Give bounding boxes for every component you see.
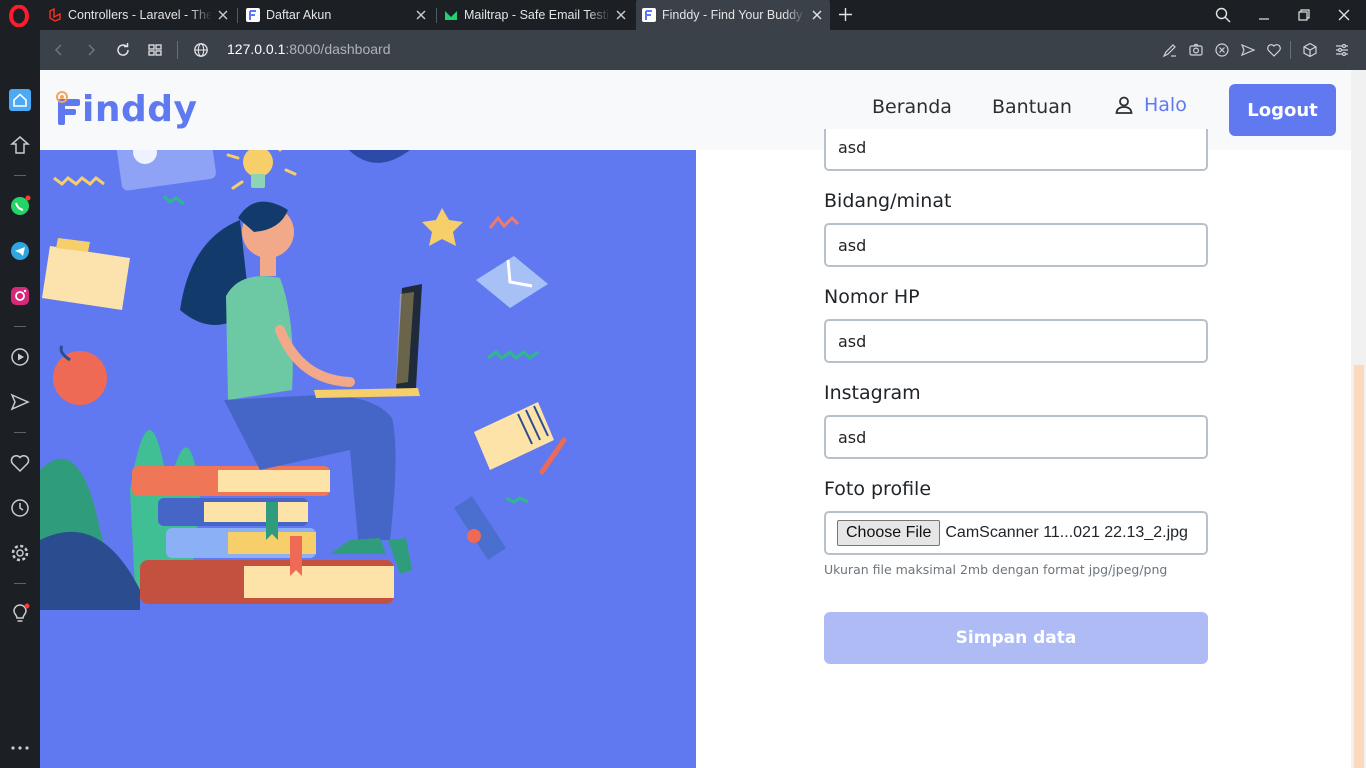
more-options-icon[interactable] — [9, 737, 31, 759]
history-clock-icon[interactable] — [9, 497, 31, 519]
field-label-instagram: Instagram — [824, 382, 921, 404]
web-page: inddy Beranda Bantuan Halo Logout asd Bi… — [40, 70, 1366, 768]
logout-button[interactable]: Logout — [1229, 84, 1336, 136]
nav-link-beranda[interactable]: Beranda — [872, 96, 952, 118]
url-path: :8000/dashboard — [285, 41, 391, 57]
sidebar-divider — [14, 432, 26, 433]
easy-setup-icon[interactable] — [1334, 42, 1350, 58]
instagram-input[interactable]: asd — [824, 415, 1208, 459]
nav-link-bantuan[interactable]: Bantuan — [992, 96, 1072, 118]
pinboard-icon[interactable] — [9, 134, 31, 156]
close-tab-icon[interactable] — [216, 8, 230, 22]
restore-icon[interactable] — [1296, 7, 1312, 23]
simpan-data-button[interactable]: Simpan data — [824, 612, 1208, 664]
url-field[interactable]: 127.0.0.1:8000/dashboard — [227, 41, 390, 57]
tab-title: Controllers - Laravel - The PHP Framewor… — [68, 8, 212, 22]
url-host: 127.0.0.1 — [227, 41, 286, 57]
tab-title: Daftar Akun — [266, 8, 332, 22]
tips-lightbulb-icon[interactable] — [9, 603, 31, 625]
selected-file-name: CamScanner 11...021 22.13_2.jpg — [945, 524, 1188, 541]
instagram-icon[interactable] — [9, 285, 31, 307]
user-icon — [1115, 96, 1133, 114]
toolbar-divider — [1290, 41, 1291, 59]
tab-divider — [237, 8, 238, 23]
text-input-previous[interactable]: asd — [824, 129, 1208, 171]
user-greeting: Halo — [1144, 94, 1187, 116]
finddy-f-logo-icon — [56, 91, 80, 125]
field-label-nomor-hp: Nomor HP — [824, 286, 920, 308]
woman-studying-illustration — [40, 119, 567, 610]
forward-icon[interactable] — [83, 42, 99, 58]
close-tab-icon[interactable] — [614, 8, 628, 22]
sidebar-divider — [14, 583, 26, 584]
extensions-cube-icon[interactable] — [1302, 42, 1318, 58]
opera-sidebar — [0, 30, 40, 768]
tab-divider — [436, 8, 437, 23]
user-menu[interactable]: Halo — [1114, 94, 1187, 116]
player-icon[interactable] — [9, 346, 31, 368]
telegram-icon[interactable] — [9, 240, 31, 262]
hero-illustration-panel — [40, 70, 696, 768]
opera-logo-icon[interactable] — [8, 5, 30, 27]
field-label-bidang-minat: Bidang/minat — [824, 190, 952, 212]
whatsapp-icon[interactable] — [9, 195, 31, 217]
field-label-foto-profile: Foto profile — [824, 478, 932, 500]
file-size-hint: Ukuran file maksimal 2mb dengan format j… — [824, 562, 1168, 577]
bidang-minat-input[interactable]: asd — [824, 223, 1208, 267]
globe-icon[interactable] — [193, 42, 209, 58]
finddy-logo[interactable]: inddy — [54, 84, 197, 134]
reload-icon[interactable] — [115, 42, 131, 58]
tab-title: Finddy - Find Your Buddy to — [662, 8, 806, 22]
page-scrollbar[interactable] — [1351, 70, 1366, 768]
settings-gear-icon[interactable] — [9, 542, 31, 564]
finddy-icon — [642, 8, 656, 22]
toolbar-divider — [177, 41, 178, 59]
ad-block-icon[interactable] — [1214, 42, 1230, 58]
address-bar: 127.0.0.1:8000/dashboard — [40, 30, 1366, 70]
minimize-icon[interactable] — [1256, 7, 1272, 23]
send-icon[interactable] — [1240, 42, 1256, 58]
sidebar-divider — [14, 175, 26, 176]
brand-name: inddy — [82, 88, 198, 130]
tab-title: Mailtrap - Safe Email Testing — [464, 8, 610, 22]
laravel-icon — [49, 8, 61, 22]
snapshot-icon[interactable] — [1188, 42, 1204, 58]
scrollbar-thumb[interactable] — [1354, 365, 1364, 768]
sidebar-divider — [14, 326, 26, 327]
nomor-hp-input[interactable]: asd — [824, 319, 1208, 363]
heart-icon[interactable] — [1266, 42, 1282, 58]
finddy-icon — [246, 8, 260, 22]
tab-finddy[interactable]: Finddy - Find Your Buddy to — [636, 0, 830, 30]
back-icon[interactable] — [51, 42, 67, 58]
tab-mailtrap[interactable]: Mailtrap - Safe Email Testing — [438, 0, 634, 30]
close-window-icon[interactable] — [1336, 7, 1352, 23]
share-icon[interactable] — [1162, 42, 1178, 58]
choose-file-button[interactable]: Choose File — [837, 520, 941, 546]
bookmarks-heart-icon[interactable] — [9, 452, 31, 474]
tab-laravel[interactable]: Controllers - Laravel - The PHP Framewor… — [42, 0, 236, 30]
foto-profile-file-input[interactable]: Choose File CamScanner 11...021 22.13_2.… — [824, 511, 1208, 555]
close-tab-icon[interactable] — [810, 8, 824, 22]
close-tab-icon[interactable] — [414, 8, 428, 22]
mailtrap-icon — [445, 11, 457, 20]
tab-overview-icon[interactable] — [147, 42, 163, 58]
my-flow-icon[interactable] — [9, 391, 31, 413]
tab-daftar-akun[interactable]: Daftar Akun — [240, 0, 434, 30]
new-tab-icon[interactable] — [838, 7, 853, 22]
browser-tab-strip: Controllers - Laravel - The PHP Framewor… — [0, 0, 1366, 30]
speed-dial-home-icon[interactable] — [9, 89, 31, 111]
search-tabs-icon[interactable] — [1215, 7, 1231, 23]
